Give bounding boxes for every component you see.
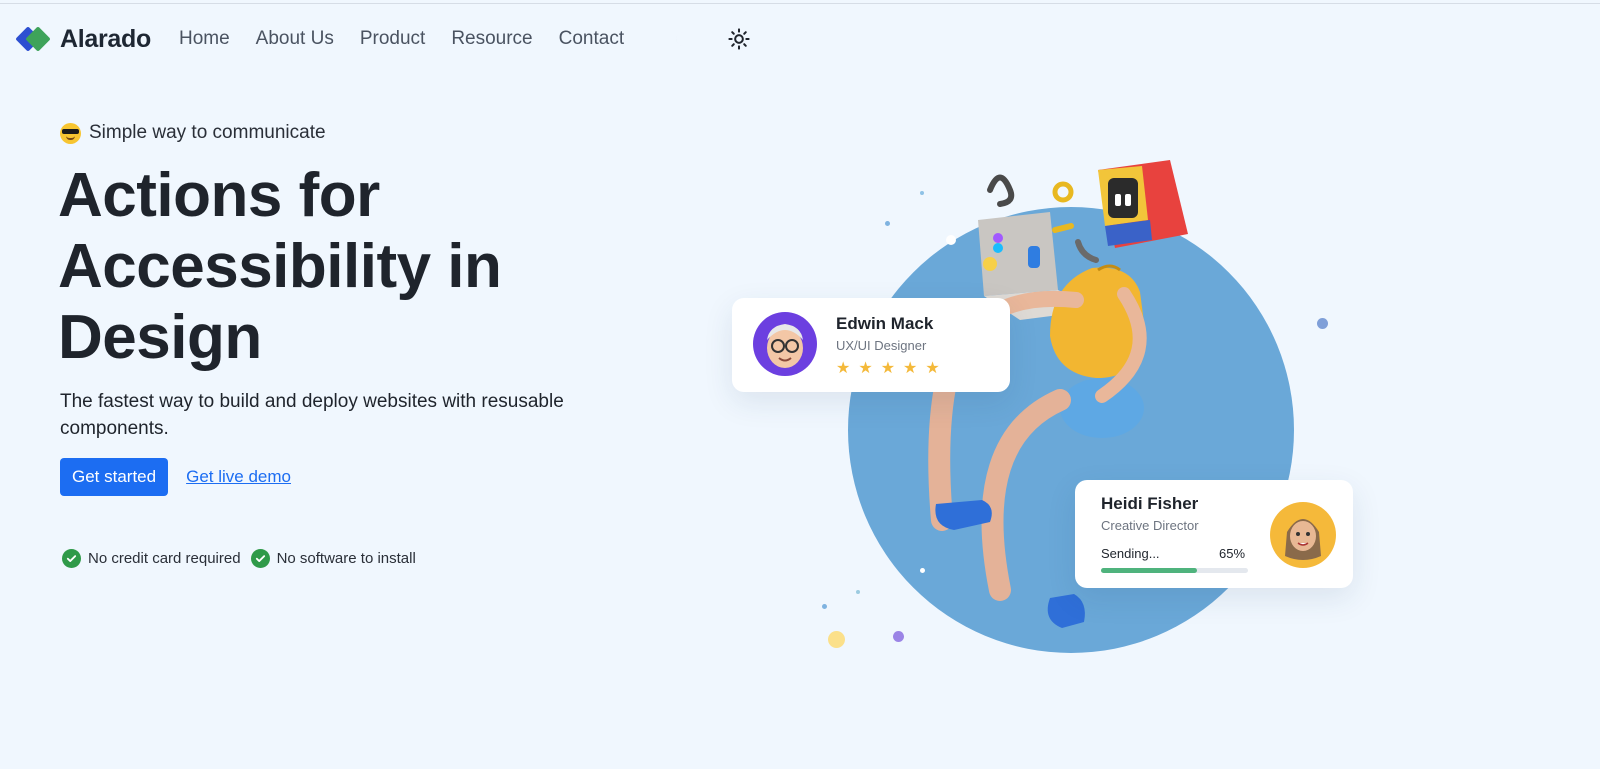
hero-cta-group: Get started Get live demo [60, 458, 291, 496]
nav-link-home[interactable]: Home [179, 28, 230, 50]
star-icon: ★ [880, 360, 896, 377]
nav-link-contact[interactable]: Contact [559, 28, 624, 50]
star-icon: ★ [836, 360, 851, 377]
card-role: UX/UI Designer [836, 338, 927, 353]
nav-links: Home About Us Product Resource Contact [179, 28, 624, 50]
avatar [1270, 502, 1336, 568]
hero-subtext: The fastest way to build and deploy webs… [60, 391, 564, 439]
progress-fill [1101, 568, 1197, 573]
check-circle-icon [250, 549, 270, 568]
top-border [0, 3, 1600, 4]
progress-bar [1101, 568, 1248, 573]
profile-card-edwin[interactable]: Edwin Mack UX/UI Designer ★ ★ ★ ★ ★ [732, 298, 1010, 392]
nav-link-resource[interactable]: Resource [451, 28, 532, 50]
profile-card-heidi[interactable]: Heidi Fisher Creative Director Sending..… [1075, 480, 1353, 588]
eyebrow-text: Simple way to communicate [89, 122, 326, 143]
avatar [753, 312, 817, 376]
card-name: Heidi Fisher [1101, 494, 1199, 513]
brand[interactable]: Alarado [15, 24, 151, 54]
hero-eyebrow: Simple way to communicate [60, 122, 326, 144]
star-icon: ★ [903, 360, 918, 377]
card-name: Edwin Mack [836, 314, 934, 333]
theme-toggles [670, 28, 750, 50]
nav-link-about-us[interactable]: About Us [256, 28, 334, 50]
moon-icon[interactable] [670, 28, 692, 50]
rating-stars: ★ ★ ★ ★ ★ [836, 361, 940, 377]
check-circle-icon [62, 549, 81, 568]
hero-checks: No credit card required No software to i… [62, 549, 418, 568]
main-nav: Alarado Home About Us Product Resource C… [15, 22, 750, 56]
check-item: No software to install [250, 549, 416, 568]
sunglasses-emoji-icon [60, 122, 81, 144]
hero-illustration: Edwin Mack UX/UI Designer ★ ★ ★ ★ ★ Heid… [720, 150, 1360, 670]
character-illustration [928, 160, 1188, 628]
progress-status: Sending... [1101, 546, 1160, 561]
check-label: No software to install [276, 550, 416, 567]
check-item: No credit card required [62, 549, 241, 568]
nav-link-product[interactable]: Product [360, 28, 425, 50]
progress-percent: 65% [1219, 546, 1246, 561]
card-role: Creative Director [1101, 518, 1199, 533]
check-label: No credit card required [88, 550, 241, 567]
sun-icon[interactable] [728, 28, 750, 50]
brand-logo-icon [15, 25, 51, 53]
brand-name: Alarado [60, 24, 151, 53]
star-icon: ★ [858, 360, 873, 377]
live-demo-link[interactable]: Get live demo [186, 467, 291, 487]
star-icon: ★ [925, 360, 940, 377]
get-started-button[interactable]: Get started [60, 458, 169, 496]
hero-headline: Actions for Accessibility in Design [58, 161, 502, 372]
